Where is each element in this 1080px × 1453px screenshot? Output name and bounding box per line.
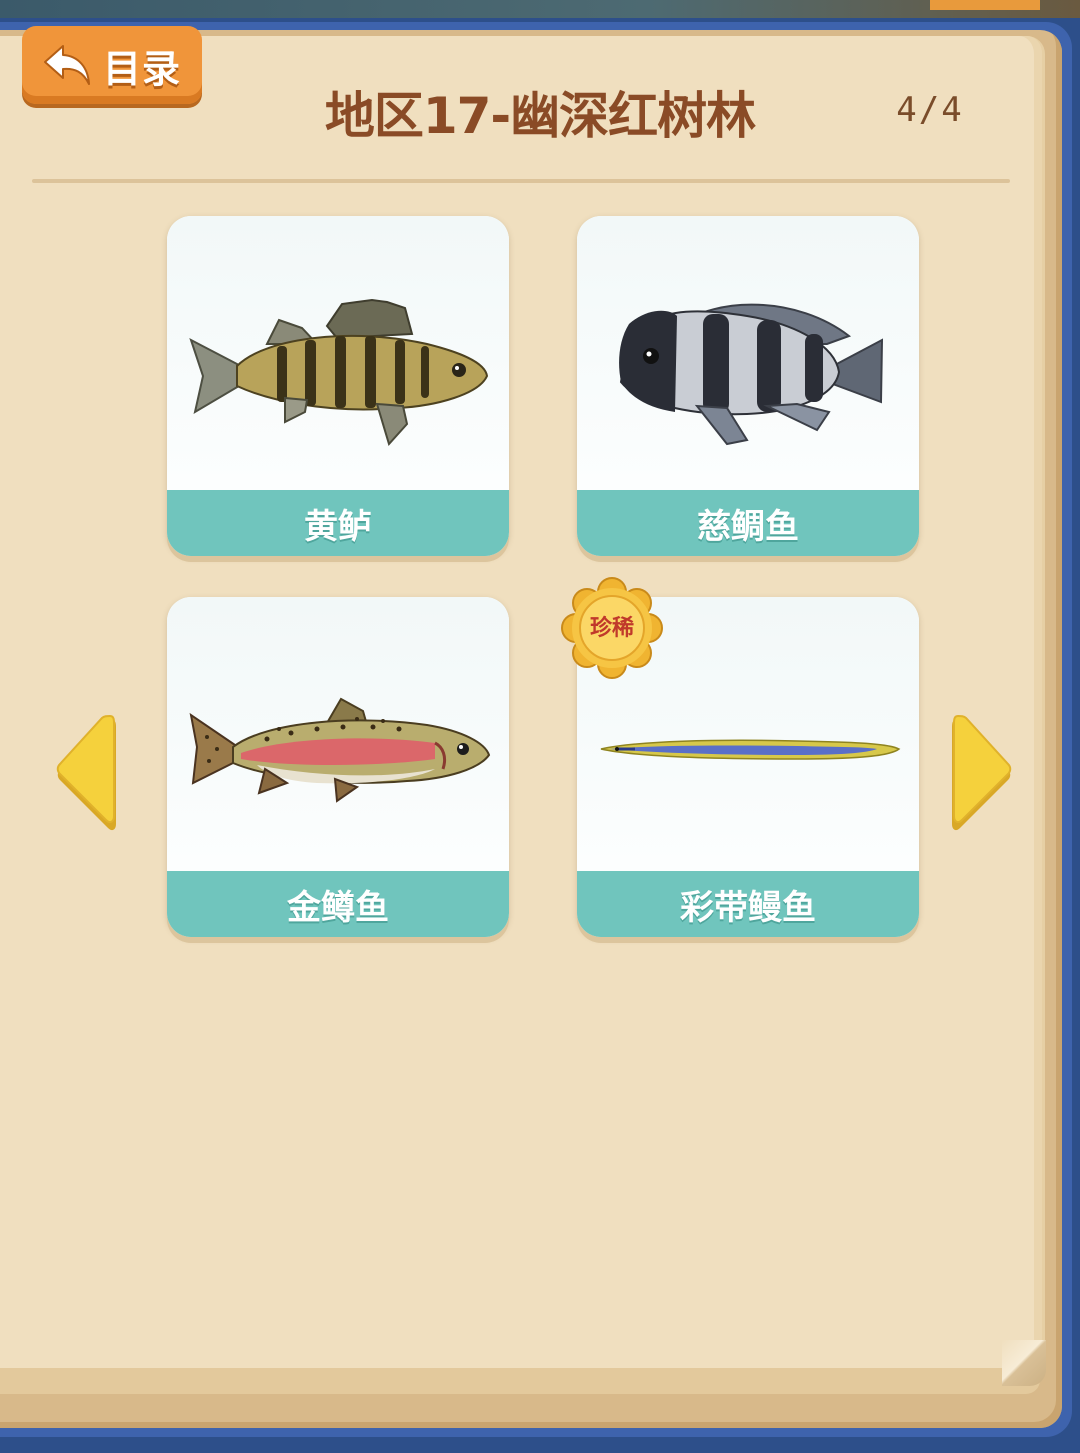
fish-name: 金鳟鱼	[287, 887, 389, 928]
back-arrow-icon	[43, 45, 90, 85]
rare-badge: 珍稀	[560, 576, 664, 680]
fish-image	[577, 216, 919, 490]
fish-name-bar: 金鳟鱼	[167, 871, 509, 937]
top-strip	[0, 0, 1080, 18]
trout-fish-icon	[189, 697, 491, 803]
fish-image	[167, 597, 509, 871]
perch-fish-icon	[189, 298, 489, 446]
fish-name: 彩带鳗鱼	[680, 887, 816, 928]
fish-card[interactable]: 金鳟鱼	[167, 597, 509, 937]
catalog-back-button[interactable]: 目录	[22, 26, 202, 104]
fish-card[interactable]: 慈鲷鱼	[577, 216, 919, 556]
rare-label: 珍稀	[589, 616, 634, 641]
arrow-left-icon[interactable]	[54, 712, 118, 836]
page-curl	[1002, 1340, 1046, 1386]
fish-name-bar: 慈鲷鱼	[577, 490, 919, 556]
catalog-label: 目录	[102, 46, 181, 91]
fish-image	[167, 216, 509, 490]
fish-card[interactable]: 黄鲈	[167, 216, 509, 556]
page-indicator: 4/4	[896, 90, 964, 130]
title-divider	[32, 179, 1010, 183]
fish-name-bar: 彩带鳗鱼	[577, 871, 919, 937]
arrow-right-icon[interactable]	[950, 712, 1014, 836]
top-corner-decoration	[930, 0, 1040, 10]
fish-name: 黄鲈	[304, 506, 372, 547]
page-edge	[0, 1368, 1040, 1394]
cichlid-fish-icon	[619, 303, 884, 446]
page-title: 地区17-幽深红树林	[324, 87, 756, 145]
fish-name-bar: 黄鲈	[167, 490, 509, 556]
fish-name: 慈鲷鱼	[697, 506, 799, 547]
